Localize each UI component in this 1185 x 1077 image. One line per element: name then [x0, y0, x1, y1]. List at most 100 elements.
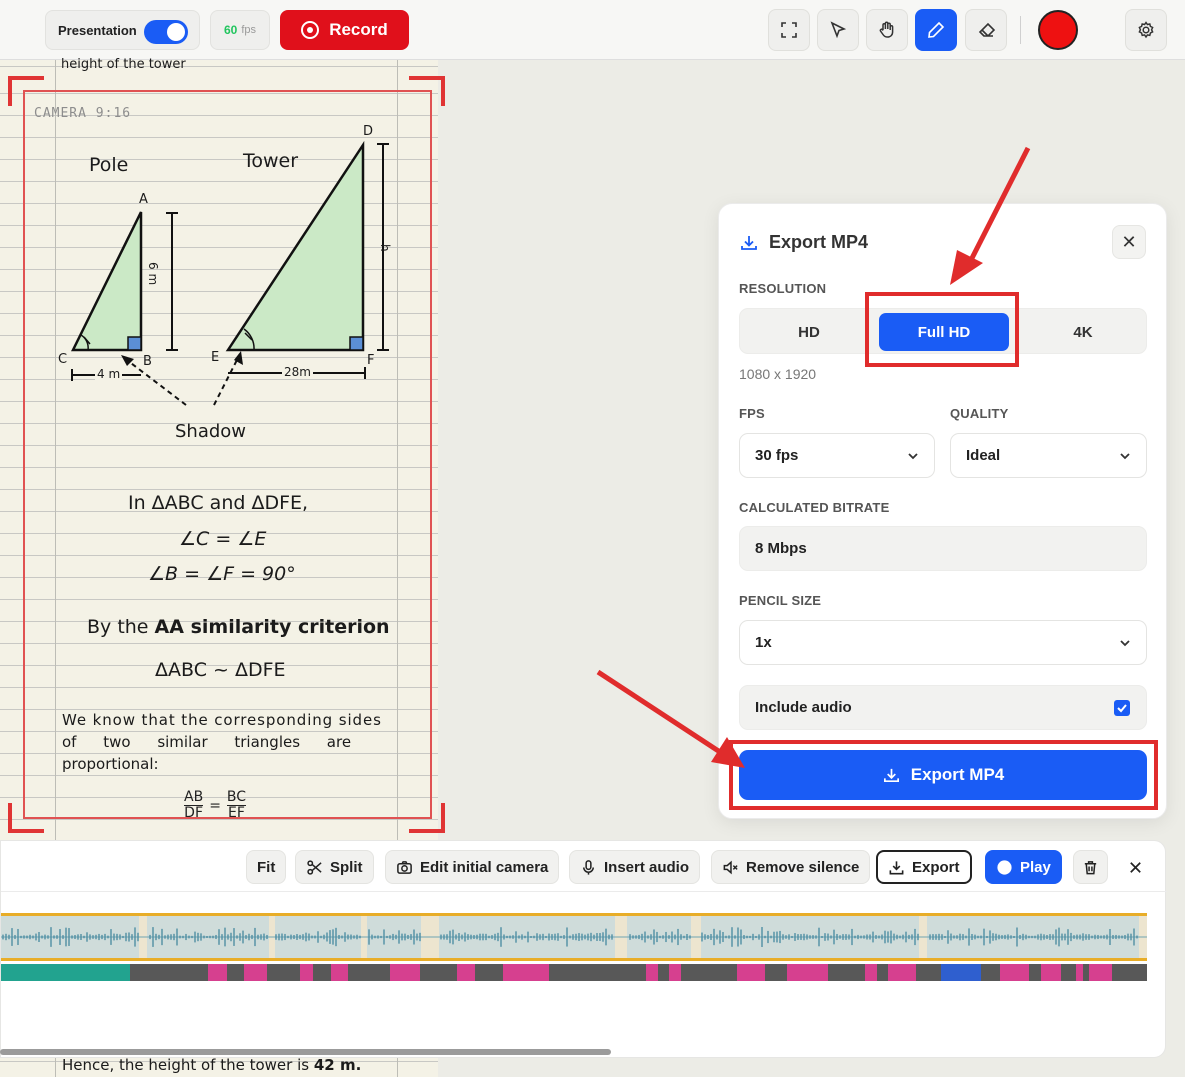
play-label: Play [1020, 858, 1051, 876]
pointer-tool-button[interactable] [817, 9, 859, 51]
bitrate-value: 8 Mbps [755, 540, 807, 557]
resolution-label: RESOLUTION [739, 281, 827, 296]
gear-icon [1138, 21, 1154, 39]
record-label: Record [329, 20, 388, 39]
presentation-toggle-group[interactable]: Presentation [45, 10, 200, 50]
stroke-segment [244, 964, 267, 981]
include-audio-row[interactable]: Include audio [739, 685, 1147, 730]
quality-select[interactable]: Ideal [950, 433, 1147, 478]
point-a: A [139, 192, 148, 207]
insert-audio-label: Insert audio [604, 858, 690, 876]
resolution-hd[interactable]: HD [744, 313, 874, 351]
triangle-diagram [70, 140, 389, 406]
fps-indicator: 60 fps [210, 10, 270, 50]
close-timeline-button[interactable] [1118, 850, 1153, 884]
proof-line-4: By the AA similarity criterion [87, 616, 390, 638]
settings-button[interactable] [1125, 9, 1167, 51]
stroke-segment [503, 964, 549, 981]
hand-tool-button[interactable] [866, 9, 908, 51]
stroke-segment [787, 964, 828, 981]
play-icon [997, 859, 1012, 875]
eraser-icon [978, 22, 996, 37]
chevron-down-icon [908, 453, 918, 460]
pencil-tool-button[interactable] [915, 9, 957, 51]
annotation-highlight-export [729, 740, 1158, 810]
download-icon [741, 235, 757, 250]
pole-triangle [70, 211, 143, 352]
top-toolbar: Presentation 60 fps Record [0, 0, 1185, 60]
delete-button[interactable] [1073, 850, 1108, 884]
microphone-icon [583, 859, 594, 875]
stroke-segment [1041, 964, 1061, 981]
pointer-icon [830, 21, 847, 39]
stroke-segment [1000, 964, 1029, 981]
pen-color-swatch[interactable] [1038, 10, 1078, 50]
notebook-bottom-text: Hence, the height of the tower is 42 m. [62, 1056, 361, 1074]
presentation-label: Presentation [58, 22, 137, 38]
fit-button[interactable]: Fit [246, 850, 287, 884]
bitrate-label: CALCULATED BITRATE [739, 500, 890, 515]
pole-label: Pole [89, 154, 129, 176]
split-label: Split [330, 858, 363, 876]
split-button[interactable]: Split [295, 850, 374, 884]
stroke-segment [331, 964, 348, 981]
stroke-segment [1089, 964, 1112, 981]
presentation-toggle[interactable] [144, 20, 188, 44]
annotation-highlight-full-hd [865, 292, 1019, 367]
record-icon [301, 21, 320, 39]
point-c: C [58, 352, 68, 367]
export-label: Export [912, 858, 960, 876]
mute-icon [723, 860, 738, 874]
stroke-track[interactable] [1, 964, 1147, 981]
stroke-segment [390, 964, 420, 981]
export-button[interactable]: Export [876, 850, 972, 884]
fps-unit: fps [241, 24, 257, 36]
frac2-numerator: BC [226, 789, 247, 806]
close-panel-button[interactable]: ✕ [1112, 225, 1146, 259]
stroke-segment [669, 964, 681, 981]
horizontal-scrollbar[interactable] [0, 1049, 611, 1055]
proof-line-1: In ΔABC and ΔDFE, [128, 492, 309, 514]
proof-line-4-prefix: By the [87, 616, 155, 638]
shadow-label: Shadow [175, 421, 247, 442]
fit-label: Fit [257, 858, 276, 876]
stroke-segment [646, 964, 658, 981]
proof-line-5: ΔABC ~ ΔDFE [155, 659, 286, 681]
timeline-divider [1, 891, 1167, 892]
quality-select-value: Ideal [966, 447, 1001, 464]
audio-track[interactable] [1, 913, 1147, 961]
edit-camera-label: Edit initial camera [420, 858, 549, 876]
record-button[interactable]: Record [280, 10, 409, 50]
camera-label: CAMERA 9:16 [34, 106, 132, 121]
notebook-top-text: height of the tower [61, 57, 186, 72]
right-angle-b [127, 336, 142, 351]
remove-silence-button[interactable]: Remove silence [711, 850, 871, 884]
fps-select[interactable]: 30 fps [739, 433, 935, 478]
edit-camera-button[interactable]: Edit initial camera [385, 850, 560, 884]
pencil-size-select[interactable]: 1x [739, 620, 1147, 665]
pencil-size-value: 1x [755, 634, 772, 651]
frac1-numerator: AB [184, 789, 204, 806]
include-audio-checkbox[interactable] [1114, 700, 1130, 716]
pencil-icon [928, 21, 945, 38]
tower-label: Tower [243, 150, 299, 172]
fullscreen-button[interactable] [768, 9, 810, 51]
trash-icon [1084, 860, 1097, 874]
eraser-tool-button[interactable] [965, 9, 1007, 51]
panel-header: Export MP4 [739, 232, 868, 253]
point-e: E [211, 350, 220, 365]
download-icon [889, 860, 904, 874]
stroke-segment [865, 964, 877, 981]
fps-select-value: 30 fps [755, 447, 799, 464]
chevron-down-icon [1120, 640, 1130, 647]
proof-line-2: ∠C = ∠E [179, 528, 267, 550]
stroke-segment [888, 964, 916, 981]
resolution-4k[interactable]: 4K [1018, 313, 1148, 351]
frac1-denominator: DF [184, 805, 204, 821]
point-f: F [367, 353, 375, 368]
insert-audio-button[interactable]: Insert audio [569, 850, 701, 884]
ratio-formula: AB DF = BC EF [184, 789, 247, 821]
play-button[interactable]: Play [985, 850, 1062, 884]
proof-line-3: ∠B = ∠F = 90° [148, 563, 296, 585]
scissors-icon [307, 859, 322, 875]
